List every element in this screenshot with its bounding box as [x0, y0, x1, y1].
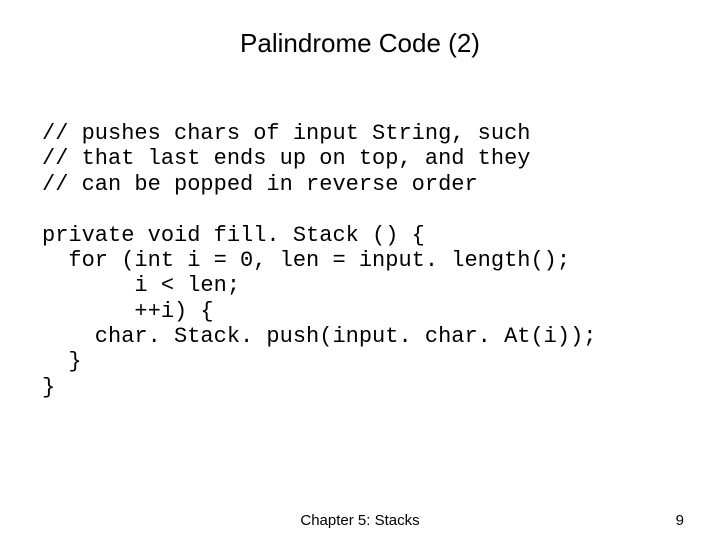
comment-line-2: // that last ends up on top, and they	[42, 146, 530, 171]
code-line-3: i < len;	[42, 273, 240, 298]
code-line-6: }	[42, 349, 82, 374]
comment-block: // pushes chars of input String, such //…	[0, 121, 720, 197]
comment-line-1: // pushes chars of input String, such	[42, 121, 530, 146]
code-line-1: private void fill. Stack () {	[42, 223, 425, 248]
footer-chapter: Chapter 5: Stacks	[300, 512, 419, 529]
footer-page-number: 9	[676, 512, 684, 529]
code-block: private void fill. Stack () { for (int i…	[0, 223, 720, 400]
comment-line-3: // can be popped in reverse order	[42, 172, 478, 197]
slide-title: Palindrome Code (2)	[0, 0, 720, 59]
code-line-4: ++i) {	[42, 299, 214, 324]
code-line-2: for (int i = 0, len = input. length();	[42, 248, 570, 273]
code-line-5: char. Stack. push(input. char. At(i));	[42, 324, 597, 349]
code-line-7: }	[42, 375, 55, 400]
